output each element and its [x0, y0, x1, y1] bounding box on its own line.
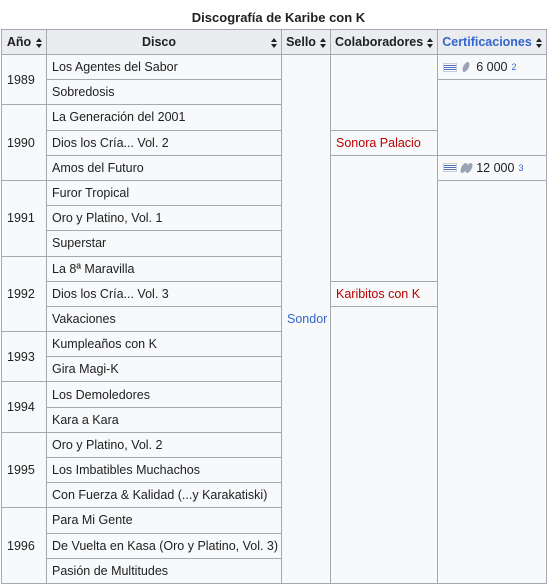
album-cell: Vakaciones: [46, 305, 282, 333]
year-cell: 1995: [1, 431, 47, 509]
header-album-label: Disco: [141, 35, 177, 49]
year-cell: 1991: [1, 179, 47, 257]
header-row: Año Disco Sello Colaboradores Certificac…: [1, 29, 547, 55]
header-label-label: Sello: [286, 35, 316, 49]
album-cell: Los Demoledores: [46, 381, 282, 408]
uruguay-flag-icon: [443, 62, 458, 72]
cert-cell-empty: [437, 179, 547, 584]
reference-link[interactable]: 3: [518, 163, 523, 173]
collab-cell: Karibitos con K: [329, 280, 439, 307]
album-cell: Amos del Futuro: [46, 154, 282, 181]
album-cell: Kumpleaños con K: [46, 331, 282, 358]
album-cell: Gira Magi-K: [46, 356, 282, 383]
discography-table: Año Disco Sello Colaboradores Certificac…: [1, 29, 547, 584]
header-album[interactable]: Disco: [46, 29, 282, 55]
album-cell: Superstar: [46, 230, 282, 257]
collab-cell-empty: [329, 305, 439, 584]
year-cell: 1990: [1, 104, 47, 181]
album-cell: La 8ª Maravilla: [46, 255, 282, 282]
table-row: Amos del Futuro 12 000 3: [2, 154, 547, 282]
sort-icon[interactable]: [535, 38, 542, 48]
cert-count: 12 000: [476, 160, 515, 175]
header-year-label: Año: [6, 35, 32, 49]
year-cell: 1993: [1, 331, 47, 383]
year-cell: 1994: [1, 381, 47, 433]
year-cell: 1989: [1, 53, 47, 106]
label-cell: Sondor: [281, 54, 331, 584]
cert-cell-empty: [437, 79, 547, 156]
album-cell: Oro y Platino, Vol. 2: [46, 431, 282, 459]
album-cell: Furor Tropical: [46, 179, 282, 207]
table-caption: Discografía de Karibe con K: [191, 10, 366, 25]
table-row: 1991 Furor Tropical: [1, 179, 547, 584]
table-row: 1989 Los Agentes del Sabor Sondor 6 000 …: [1, 53, 547, 584]
collab-cell: Sonora Palacio: [329, 129, 439, 156]
label-link[interactable]: Sondor: [287, 312, 327, 326]
collab-cell-empty: [329, 154, 439, 282]
cert-count: 6 000: [476, 60, 508, 75]
collaborator-link[interactable]: Karibitos con K: [336, 287, 420, 301]
sort-icon[interactable]: [36, 38, 42, 48]
sort-icon[interactable]: [320, 38, 326, 48]
header-year[interactable]: Año: [1, 29, 47, 55]
album-cell: Oro y Platino, Vol. 1: [46, 205, 282, 232]
platinum-disc-icon: [461, 62, 472, 73]
table-row: Sobredosis: [2, 79, 547, 156]
cert-cell: 12 000 3: [437, 154, 547, 181]
cert-cell: 6 000 2: [437, 53, 547, 81]
reference-link[interactable]: 2: [512, 62, 517, 72]
album-cell: Dios los Cría... Vol. 2: [46, 129, 282, 156]
collaborator-link[interactable]: Sonora Palacio: [336, 136, 421, 150]
year-cell: 1996: [1, 507, 47, 584]
album-cell: Pasión de Multitudes: [46, 557, 282, 584]
header-certifications[interactable]: Certificaciones: [437, 29, 547, 55]
year-cell: 1992: [1, 255, 47, 333]
double-platinum-disc-icon: [459, 162, 475, 173]
album-cell: La Generación del 2001: [46, 104, 282, 131]
album-cell: Los Imbatibles Muchachos: [46, 456, 282, 484]
album-cell: Dios los Cría... Vol. 3: [46, 280, 282, 307]
header-label[interactable]: Sello: [281, 29, 331, 55]
album-cell: Con Fuerza & Kalidad (...y Karakatiski): [46, 482, 282, 509]
certifications-link[interactable]: Certificaciones: [442, 35, 532, 49]
collab-cell-empty: [329, 54, 439, 131]
sort-icon[interactable]: [271, 38, 277, 48]
album-cell: Para Mi Gente: [46, 507, 282, 534]
header-collab-label: Colaboradores: [335, 35, 424, 49]
sort-icon[interactable]: [427, 38, 434, 48]
album-cell: De Vuelta en Kasa (Oro y Platino, Vol. 3…: [46, 532, 282, 559]
header-collaborators[interactable]: Colaboradores: [329, 29, 439, 55]
album-cell: Sobredosis: [46, 79, 282, 106]
album-cell: Kara a Kara: [46, 406, 282, 433]
album-cell: Los Agentes del Sabor: [46, 53, 282, 81]
uruguay-flag-icon: [443, 163, 458, 173]
